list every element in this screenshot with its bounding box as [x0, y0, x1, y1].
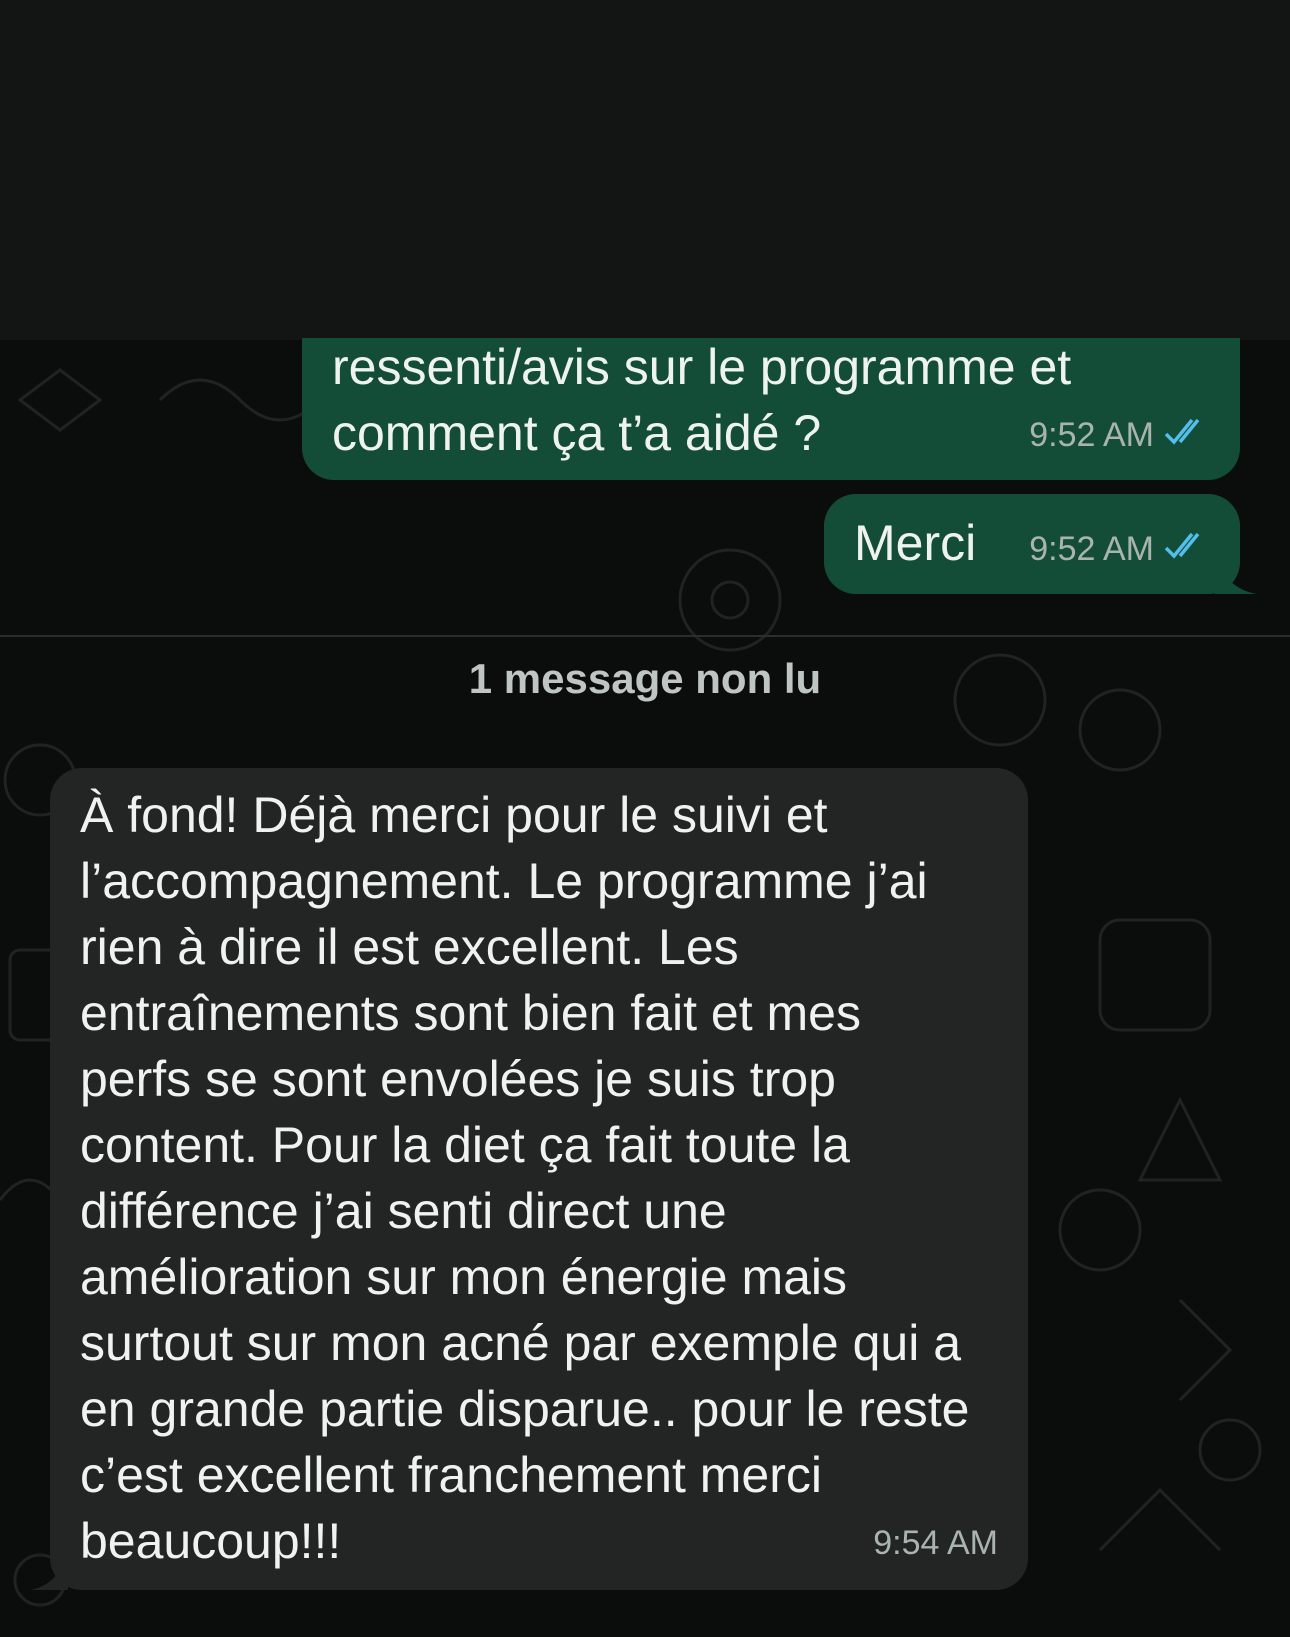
message-time: 9:52 AM	[1029, 530, 1154, 568]
outgoing-message[interactable]: Merci 9:52 AM	[824, 494, 1240, 594]
incoming-message[interactable]: À fond! Déjà merci pour le suivi et l’ac…	[50, 768, 1028, 1590]
unread-divider	[0, 635, 1290, 637]
message-time: 9:54 AM	[873, 1524, 998, 1562]
message-time: 9:52 AM	[1029, 416, 1154, 454]
message-meta: 9:54 AM	[873, 1510, 998, 1576]
message-text: ressenti/avis sur le programme et commen…	[332, 339, 1072, 461]
message-text: Merci	[854, 515, 977, 571]
message-meta: 9:52 AM	[1029, 402, 1210, 468]
header-cover	[0, 0, 1290, 338]
double-check-icon	[1164, 516, 1210, 582]
unread-label: 1 message non lu	[468, 655, 822, 702]
bubble-tail	[30, 1556, 68, 1590]
double-check-icon	[1164, 402, 1210, 468]
message-meta: 9:52 AM	[1029, 516, 1210, 582]
message-text: À fond! Déjà merci pour le suivi et l’ac…	[80, 787, 970, 1569]
bubble-tail	[1215, 560, 1257, 594]
